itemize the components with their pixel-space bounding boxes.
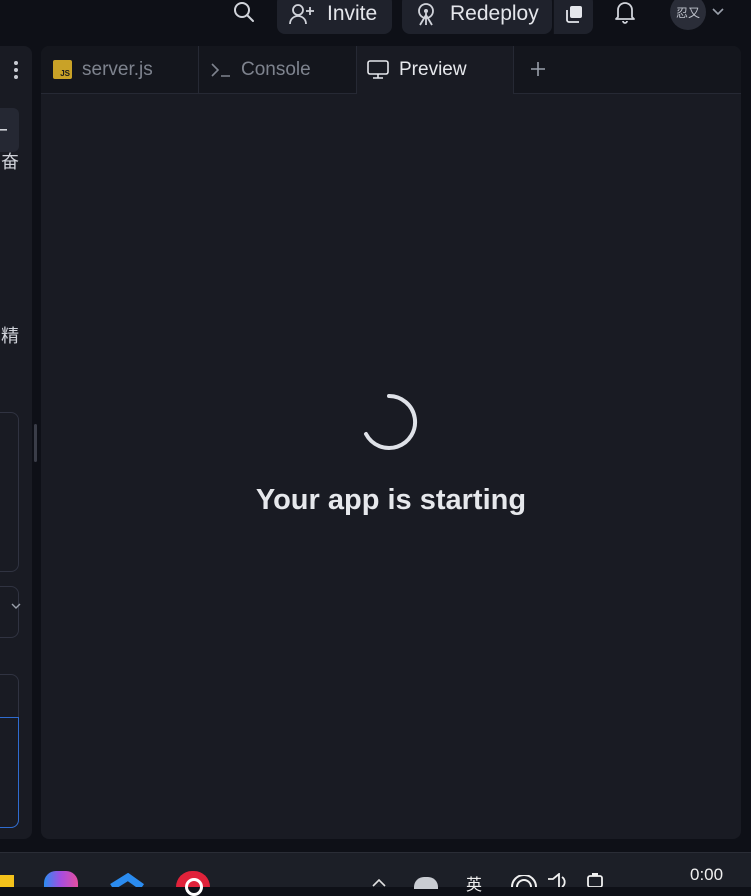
loading-spinner-icon <box>364 393 418 450</box>
search-icon <box>234 2 254 22</box>
tab-console[interactable]: Console <box>199 46 357 93</box>
cloud-icon[interactable] <box>414 877 438 889</box>
redeploy-label: Redeploy <box>450 2 539 25</box>
tab-label: Console <box>241 58 311 80</box>
folder-app-icon[interactable] <box>0 875 14 887</box>
vscode-app-icon[interactable] <box>108 873 146 887</box>
preview-status-text: Your app is starting <box>255 484 527 516</box>
side-panel: 奋 精 <box>0 46 32 839</box>
antenna-icon <box>418 3 434 26</box>
copy-icon <box>565 6 582 23</box>
add-tab-button[interactable] <box>525 54 551 84</box>
tab-preview[interactable]: Preview <box>357 46 514 94</box>
terminal-icon <box>211 62 230 77</box>
side-editor-box[interactable] <box>0 674 19 828</box>
volume-icon[interactable] <box>546 873 570 887</box>
ime-indicator[interactable]: 英 <box>466 871 482 895</box>
side-card[interactable] <box>0 108 19 152</box>
chevron-down-icon <box>712 8 724 16</box>
battery-icon[interactable] <box>584 873 608 887</box>
panel-resize-handle[interactable] <box>34 424 37 462</box>
tab-label: Preview <box>399 59 467 80</box>
notifications-button[interactable] <box>609 0 641 28</box>
kebab-menu-icon <box>14 61 18 79</box>
search-button[interactable] <box>228 0 260 28</box>
bell-icon <box>615 2 635 24</box>
monitor-icon <box>367 60 389 79</box>
top-bar: Invite Redeploy 忍又 <box>0 0 751 42</box>
main-panel: JS server.js Console Preview Your app is… <box>41 46 741 839</box>
dash-icon <box>0 129 7 131</box>
chevron-down-icon <box>11 603 21 609</box>
taskbar-clock[interactable]: 0:00 <box>690 865 723 885</box>
redeploy-button[interactable]: Redeploy <box>402 0 552 34</box>
invite-label: Invite <box>327 2 378 25</box>
js-file-icon: JS <box>53 60 72 79</box>
avatar: 忍又 <box>670 0 706 30</box>
tab-bar: JS server.js Console Preview <box>41 46 741 94</box>
red-app-icon[interactable] <box>176 871 210 896</box>
os-taskbar: 英 0:00 <box>0 852 751 896</box>
invite-button[interactable]: Invite <box>277 0 392 34</box>
side-text-fragment: 精 <box>1 326 19 346</box>
tab-label: server.js <box>82 58 153 80</box>
app-ring-icon <box>185 878 203 896</box>
side-select-box[interactable] <box>0 586 19 638</box>
account-menu[interactable]: 忍又 <box>670 0 724 30</box>
more-options-button[interactable] <box>0 58 32 82</box>
copy-button[interactable] <box>553 0 593 34</box>
tab-server-js[interactable]: JS server.js <box>41 46 199 93</box>
plus-icon <box>531 62 545 76</box>
wifi-icon[interactable] <box>510 875 538 887</box>
copilot-app-icon[interactable] <box>44 871 78 887</box>
side-text-fragment: 奋 <box>1 152 19 172</box>
focused-input[interactable] <box>0 717 19 828</box>
add-user-icon <box>289 4 314 25</box>
side-input-box[interactable] <box>0 412 19 572</box>
